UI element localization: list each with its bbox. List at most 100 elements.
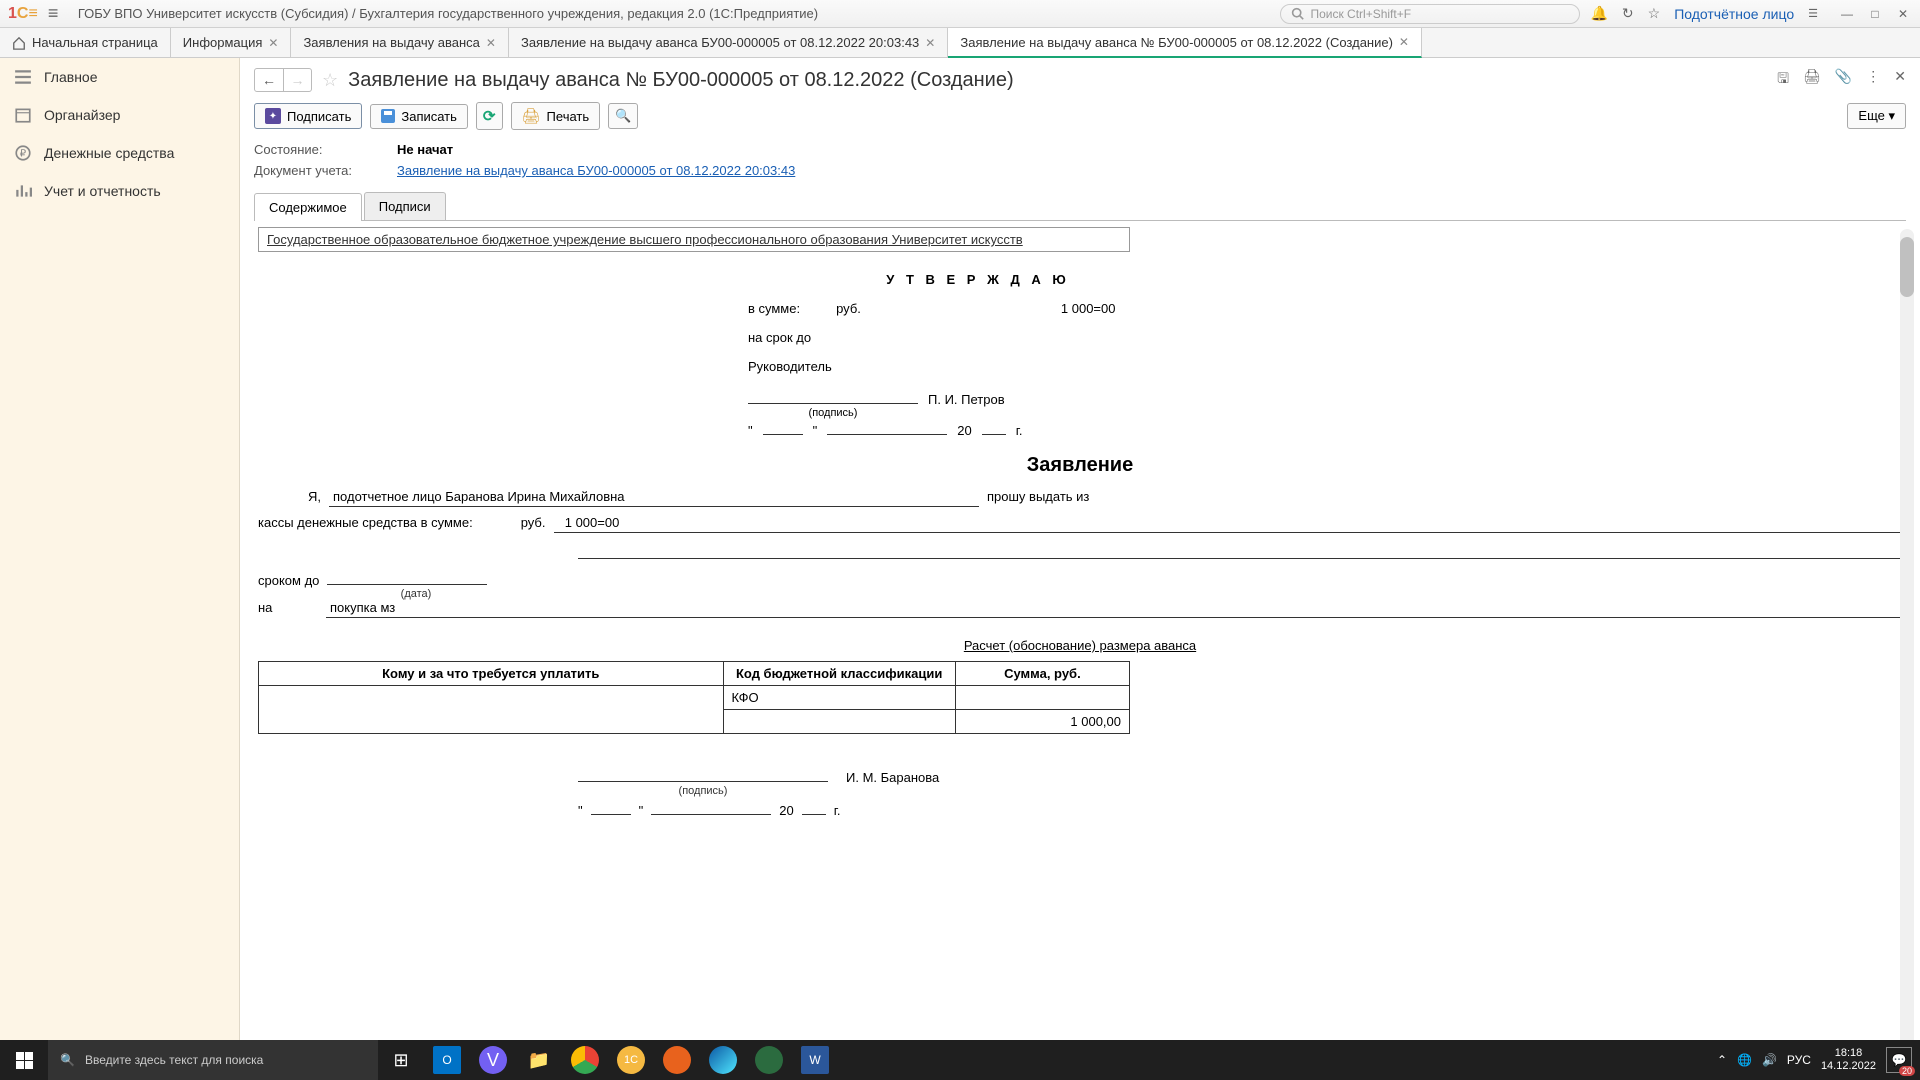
refresh-icon: ⟳: [483, 107, 496, 125]
speaker-icon[interactable]: 🔊: [1762, 1053, 1777, 1067]
1c-icon[interactable]: 1C: [617, 1046, 645, 1074]
nav-buttons: ← →: [254, 68, 312, 92]
svg-text:₽: ₽: [20, 148, 27, 159]
home-icon: [12, 36, 26, 50]
doc-link[interactable]: Заявление на выдачу аванса БУ00-000005 о…: [397, 163, 795, 178]
sidebar-item-label: Денежные средства: [44, 145, 174, 161]
term-row: сроком до: [258, 567, 1902, 588]
language-indicator[interactable]: РУС: [1787, 1053, 1811, 1067]
maximize-icon[interactable]: □: [1866, 7, 1884, 21]
clock[interactable]: 18:18 14.12.2022: [1821, 1047, 1876, 1073]
magnifier-icon: 🔍: [615, 108, 631, 124]
taskbar-search-placeholder: Введите здесь текст для поиска: [85, 1053, 263, 1067]
network-icon[interactable]: 🌐: [1737, 1053, 1752, 1067]
td-code: КФО: [723, 686, 955, 710]
sidebar-item-organizer[interactable]: Органайзер: [0, 96, 239, 134]
sign-caption2: (подпись): [578, 785, 828, 797]
sign-caption: (подпись): [748, 407, 918, 419]
search-placeholder: Поиск Ctrl+Shift+F: [1310, 7, 1411, 21]
tab-info[interactable]: Информация ✕: [171, 28, 292, 57]
notifications-icon[interactable]: 💬20: [1886, 1047, 1912, 1073]
search-icon: 🔍: [60, 1053, 75, 1067]
tab-label: Начальная страница: [32, 35, 158, 50]
word-icon[interactable]: W: [801, 1046, 829, 1074]
approve-block: У Т В Е Р Ж Д А Ю в сумме: руб. 1 000=00…: [748, 272, 1902, 438]
global-search-input[interactable]: Поиск Ctrl+Shift+F: [1280, 4, 1580, 24]
sidebar-item-label: Учет и отчетность: [44, 183, 161, 199]
viber-icon[interactable]: V: [479, 1046, 507, 1074]
tab-application-doc[interactable]: Заявление на выдачу аванса БУ00-000005 о…: [509, 28, 948, 57]
approve-title: У Т В Е Р Ж Д А Ю: [848, 272, 1108, 287]
state-value: Не начат: [397, 142, 453, 157]
user-label[interactable]: Подотчётное лицо: [1674, 6, 1794, 22]
year-label: 20: [957, 423, 971, 438]
org-name[interactable]: Государственное образовательное бюджетно…: [258, 227, 1130, 252]
taskbar-search[interactable]: 🔍 Введите здесь текст для поиска: [48, 1040, 378, 1080]
printer-icon: 🖨: [522, 107, 541, 125]
tab-applications[interactable]: Заявления на выдачу аванса ✕: [291, 28, 509, 57]
search-doc-button[interactable]: 🔍: [608, 103, 638, 129]
doc-heading: Заявление: [258, 454, 1902, 477]
history-icon[interactable]: ↻: [1622, 5, 1634, 22]
kebab-icon[interactable]: ⋮: [1866, 68, 1880, 92]
titlebar: 1С≡ ≡ ГОБУ ВПО Университет искусств (Суб…: [0, 0, 1920, 28]
inner-tab-content[interactable]: Содержимое: [254, 193, 362, 221]
tray-up-icon[interactable]: ⌃: [1717, 1053, 1727, 1067]
close-icon[interactable]: ✕: [1894, 7, 1912, 21]
favorite-star-icon[interactable]: ☆: [322, 70, 338, 91]
print-button[interactable]: 🖨 Печать: [511, 102, 601, 130]
scrollbar-thumb[interactable]: [1900, 237, 1914, 297]
more-button[interactable]: Еще ▾: [1847, 103, 1906, 129]
outlook-icon[interactable]: O: [433, 1046, 461, 1074]
minimize-icon[interactable]: —: [1838, 7, 1856, 21]
g-label2: г.: [834, 803, 841, 818]
tab-close-icon[interactable]: ✕: [925, 36, 935, 50]
chrome-icon[interactable]: [571, 1046, 599, 1074]
task-view-icon[interactable]: ⊞: [378, 1040, 424, 1080]
tab-close-icon[interactable]: ✕: [486, 36, 496, 50]
nav-forward-icon[interactable]: →: [283, 69, 311, 91]
menu-caret-icon[interactable]: ☰: [1808, 7, 1818, 20]
tab-application-create[interactable]: Заявление на выдачу аванса № БУ00-000005…: [948, 28, 1422, 58]
print-icon[interactable]: 🖨: [1803, 68, 1821, 92]
sidebar-item-report[interactable]: Учет и отчетность: [0, 172, 239, 210]
chrome2-icon[interactable]: [755, 1046, 783, 1074]
app-icon[interactable]: [663, 1046, 691, 1074]
td-who: [259, 686, 724, 734]
ruble-icon: ₽: [14, 144, 32, 162]
save-button[interactable]: Записать: [370, 104, 468, 129]
purpose-field: покупка мз: [326, 600, 1902, 618]
sidebar-item-main[interactable]: Главное: [0, 58, 239, 96]
amount-field: 1 000=00: [554, 515, 1903, 533]
nav-back-icon[interactable]: ←: [255, 69, 283, 91]
sidebar-item-money[interactable]: ₽ Денежные средства: [0, 134, 239, 172]
attach-icon[interactable]: 📎: [1835, 68, 1852, 92]
sign-button[interactable]: ✦ Подписать: [254, 103, 362, 129]
scrollbar[interactable]: [1900, 229, 1914, 1072]
sign-line: [748, 388, 918, 404]
ask-label: прошу выдать из: [987, 489, 1089, 504]
burger-menu-icon[interactable]: ≡: [48, 3, 68, 24]
year-label2: 20: [779, 803, 793, 818]
document-wrap: Государственное образовательное бюджетно…: [240, 221, 1920, 1080]
cash-row: кассы денежные средства в сумме: руб. 1 …: [258, 515, 1902, 533]
tab-label: Заявление на выдачу аванса БУ00-000005 о…: [521, 35, 919, 50]
bell-icon[interactable]: 🔔: [1590, 5, 1607, 22]
refresh-button[interactable]: ⟳: [476, 102, 503, 130]
in-sum-label: в сумме:: [748, 301, 800, 316]
edge-icon[interactable]: [709, 1046, 737, 1074]
tab-close-icon[interactable]: ✕: [268, 36, 278, 50]
signer-name: И. М. Баранова: [846, 770, 939, 785]
tab-home[interactable]: Начальная страница: [0, 28, 171, 57]
tab-close-icon[interactable]: ✕: [1399, 35, 1409, 49]
explorer-icon[interactable]: 📁: [516, 1040, 562, 1080]
star-icon[interactable]: ☆: [1648, 5, 1661, 22]
on-label: на: [258, 600, 318, 615]
close-page-icon[interactable]: ✕: [1894, 68, 1906, 92]
inner-tab-signs[interactable]: Подписи: [364, 192, 446, 220]
start-button[interactable]: [0, 1040, 48, 1080]
state-label: Состояние:: [254, 142, 379, 157]
rub-label: руб.: [836, 301, 861, 316]
save-icon[interactable]: 🖫: [1777, 68, 1789, 92]
window-title: ГОБУ ВПО Университет искусств (Субсидия)…: [78, 6, 818, 21]
